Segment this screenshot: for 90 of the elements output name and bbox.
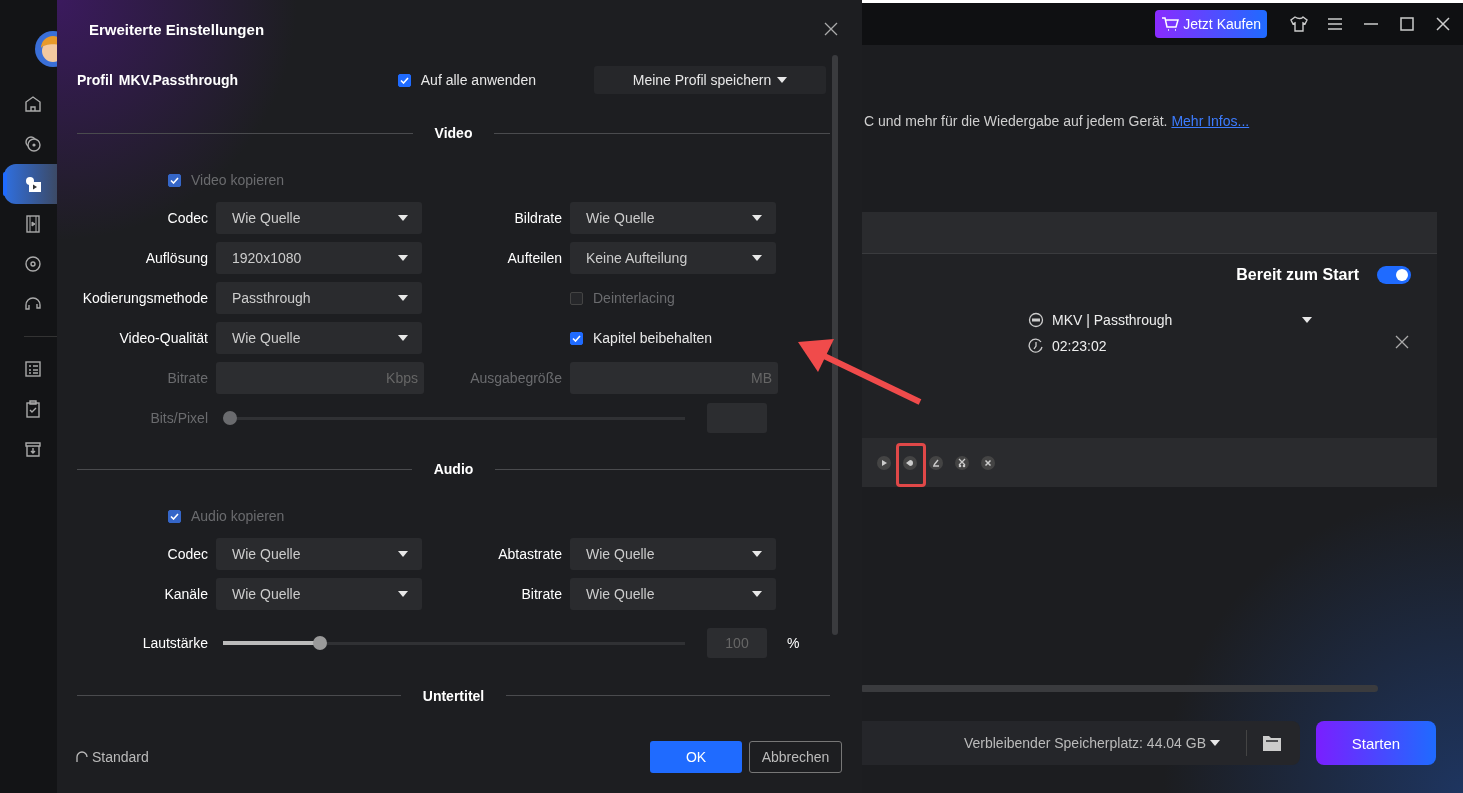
- edit-icon[interactable]: [929, 455, 943, 470]
- clock-icon: [1028, 338, 1044, 354]
- ok-button[interactable]: OK: [650, 741, 742, 773]
- dropdown[interactable]: Wie Quelle: [216, 578, 422, 610]
- dropdown[interactable]: Passthrough: [216, 282, 422, 314]
- duration-text: 02:23:02: [1052, 338, 1107, 354]
- shirt-icon[interactable]: [1289, 14, 1309, 34]
- scrollbar[interactable]: [860, 685, 1378, 692]
- start-button[interactable]: Starten: [1316, 721, 1436, 765]
- dropdown[interactable]: Wie Quelle: [216, 202, 422, 234]
- checkbox-label: Audio kopieren: [191, 508, 285, 524]
- dropdown[interactable]: Keine Aufteilung: [570, 242, 776, 274]
- section-title: Video: [433, 125, 474, 141]
- field-label: Bildrate: [513, 210, 562, 226]
- checkbox-label: Deinterlacing: [593, 290, 675, 306]
- profile-label: Profil: [77, 72, 113, 88]
- field-label: Bitrate: [520, 586, 562, 602]
- section-title: Untertitel: [421, 688, 486, 704]
- highlight-frame: [896, 443, 926, 487]
- checkbox-label: Kapitel beibehalten: [593, 330, 713, 346]
- field-label: Video-Qualität: [118, 330, 208, 346]
- caret-icon: [752, 591, 762, 597]
- caret-icon: [398, 255, 408, 261]
- caret-icon: [777, 77, 788, 83]
- value-text: 100: [725, 635, 749, 651]
- unit-label: %: [787, 635, 800, 651]
- checkbox[interactable]: [570, 331, 583, 345]
- field-label: Codec: [166, 210, 208, 226]
- field-label: Codec: [166, 546, 208, 562]
- checklist-icon: [22, 358, 44, 380]
- dropdown[interactable]: 1920x1080: [216, 242, 422, 274]
- description-text: C und mehr für die Wiedergabe auf jedem Gerät.: [864, 113, 1168, 129]
- scissors-icon[interactable]: [955, 455, 969, 470]
- caret-icon: [752, 215, 762, 221]
- caret-icon: [1210, 740, 1220, 746]
- checkbox-label: Video kopieren: [191, 172, 285, 188]
- cancel-button[interactable]: Abbrechen: [749, 741, 842, 773]
- home-icon: [22, 93, 44, 115]
- caret-icon: [398, 591, 408, 597]
- slider-label: Bits/Pixel: [149, 410, 208, 426]
- caret-icon: [398, 295, 408, 301]
- ready-label: Bereit zum Start: [1236, 266, 1359, 284]
- disc-icon: [1028, 312, 1044, 328]
- section-title: Audio: [432, 461, 475, 477]
- checkbox[interactable]: [397, 73, 411, 87]
- maximize-icon[interactable]: [1397, 14, 1417, 34]
- disc-icon: [22, 253, 44, 275]
- cart-icon: [1161, 16, 1180, 32]
- effect-icon[interactable]: [903, 455, 917, 470]
- close-icon[interactable]: [1395, 335, 1409, 349]
- caret-icon: [1302, 317, 1313, 323]
- dropdown[interactable]: Wie Quelle: [216, 322, 422, 354]
- checkbox-label: Auf alle anwenden: [420, 72, 536, 88]
- field-label: Bitrate: [166, 370, 208, 386]
- dropdown[interactable]: Wie Quelle: [570, 578, 776, 610]
- caret-icon: [398, 551, 408, 557]
- field-label: Kodierungsmethode: [81, 290, 208, 306]
- more-info-link[interactable]: Mehr Infos...: [1171, 113, 1250, 129]
- dropdown[interactable]: Wie Quelle: [216, 538, 422, 570]
- sidebar-item[interactable]: [4, 164, 57, 204]
- slider-thumb[interactable]: [313, 636, 327, 650]
- dropdown[interactable]: Wie Quelle: [570, 202, 776, 234]
- format-dropdown[interactable]: MKV | Passthrough: [1052, 312, 1313, 328]
- scrollbar[interactable]: [832, 55, 838, 635]
- field-label: Ausgabegröße: [469, 370, 562, 386]
- toggle-switch[interactable]: [1377, 266, 1411, 284]
- folder-icon[interactable]: [1262, 734, 1282, 752]
- delete-icon[interactable]: [981, 455, 995, 470]
- field-label: Kanäle: [163, 586, 208, 602]
- dialog-title: Erweiterte Einstellungen: [89, 20, 265, 38]
- field-label: Aufteilen: [506, 250, 562, 266]
- dropdown[interactable]: Wie Quelle: [570, 538, 776, 570]
- reset-icon: [75, 750, 89, 764]
- reset-button[interactable]: Standard: [75, 749, 149, 765]
- disc-icon: [22, 133, 44, 155]
- caret-icon: [398, 215, 408, 221]
- buy-button[interactable]: Jetzt Kaufen: [1155, 10, 1267, 38]
- close-icon[interactable]: [824, 22, 838, 36]
- unit-label: MB: [751, 370, 772, 386]
- play-icon[interactable]: [877, 455, 891, 470]
- unit-label: Kbps: [386, 370, 418, 386]
- field-label: Auflösung: [144, 250, 208, 266]
- slider-label: Lautstärke: [141, 635, 208, 651]
- profile-name: MKV.Passthrough: [118, 72, 240, 88]
- caret-icon: [752, 255, 762, 261]
- field-label: Abtastrate: [497, 546, 562, 562]
- caret-icon: [752, 551, 762, 557]
- storage-dropdown[interactable]: Verbleibender Speicherplatz: 44.04 GB: [963, 735, 1220, 751]
- caret-icon: [398, 335, 408, 341]
- save-profile-dropdown[interactable]: Meine Profil speichern: [594, 66, 826, 94]
